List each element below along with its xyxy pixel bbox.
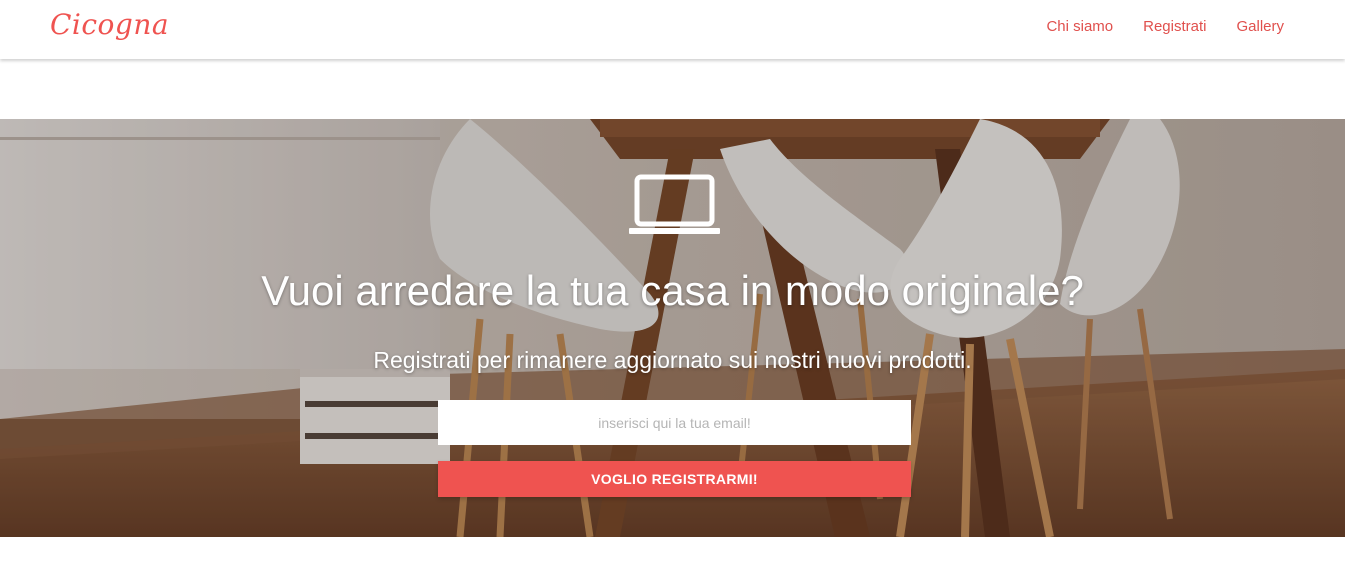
hero-content: Vuoi arredare la tua casa in modo origin… <box>0 119 1345 537</box>
hero-section: Vuoi arredare la tua casa in modo origin… <box>0 119 1345 537</box>
navbar: Cicogna Chi siamo Registrati Gallery <box>0 0 1345 59</box>
register-button[interactable]: VOGLIO REGISTRARMI! <box>438 461 911 497</box>
nav-link-chi-siamo[interactable]: Chi siamo <box>1046 18 1113 35</box>
brand-logo[interactable]: Cicogna <box>50 8 169 41</box>
nav-link-registrati[interactable]: Registrati <box>1143 18 1206 35</box>
laptop-icon <box>629 174 720 234</box>
nav-link-gallery[interactable]: Gallery <box>1236 18 1284 35</box>
email-input[interactable] <box>438 400 911 445</box>
hero-title: Vuoi arredare la tua casa in modo origin… <box>261 267 1084 314</box>
nav-links: Chi siamo Registrati Gallery <box>1046 18 1284 35</box>
hero-subtitle: Registrati per rimanere aggiornato sui n… <box>373 347 972 373</box>
